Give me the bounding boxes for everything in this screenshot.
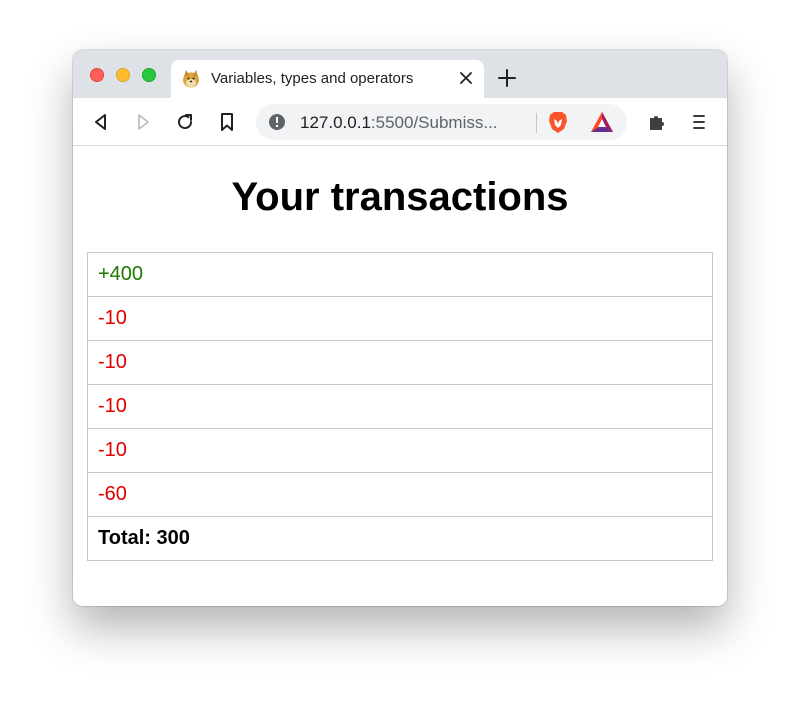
tab-active[interactable]: Variables, types and operators bbox=[171, 60, 484, 98]
url-path: :5500/Submiss... bbox=[370, 113, 498, 132]
transaction-amount: -10 bbox=[87, 428, 713, 473]
page-title: Your transactions bbox=[231, 175, 569, 219]
transactions-table: +400 -10 -10 -10 -10 -60 Total: 300 bbox=[87, 252, 713, 561]
window-minimize-button[interactable] bbox=[116, 68, 130, 82]
new-tab-plus-icon[interactable] bbox=[497, 68, 517, 88]
reload-icon[interactable] bbox=[175, 112, 195, 132]
transaction-amount: +400 bbox=[87, 252, 713, 297]
transaction-row: -10 bbox=[87, 296, 713, 341]
tab-close-icon[interactable] bbox=[458, 70, 474, 86]
tab-bar: Variables, types and operators bbox=[73, 50, 727, 98]
transaction-row: -10 bbox=[87, 428, 713, 473]
transaction-row: -10 bbox=[87, 340, 713, 385]
transaction-amount: -60 bbox=[87, 472, 713, 517]
forward-arrow-icon[interactable] bbox=[133, 112, 153, 132]
url-text: 127.0.0.1:5500/Submiss... bbox=[300, 113, 498, 133]
menu-icon[interactable] bbox=[689, 112, 709, 132]
puzzle-extensions-icon[interactable] bbox=[647, 112, 667, 132]
transaction-amount: -10 bbox=[87, 296, 713, 341]
total-label: Total: 300 bbox=[87, 516, 713, 561]
transaction-amount: -10 bbox=[87, 340, 713, 385]
url-host: 127.0.0.1 bbox=[300, 113, 371, 132]
bookmark-icon[interactable] bbox=[217, 112, 237, 132]
bat-rewards-icon[interactable] bbox=[590, 111, 614, 133]
transaction-row: -60 bbox=[87, 472, 713, 517]
back-arrow-icon[interactable] bbox=[91, 112, 111, 132]
total-row: Total: 300 bbox=[87, 516, 713, 561]
address-bar[interactable]: 127.0.0.1:5500/Submiss... bbox=[256, 104, 627, 140]
doge-favicon-icon bbox=[183, 70, 199, 88]
page-content: Your transactions +400 -10 -10 -10 -10 -60 Tot… bbox=[73, 147, 727, 606]
transaction-row: -10 bbox=[87, 384, 713, 429]
browser-window: Variables, types and operators 127.0.0.1… bbox=[73, 50, 727, 606]
tab-title: Variables, types and operators bbox=[211, 70, 414, 87]
window-close-button[interactable] bbox=[90, 68, 104, 82]
address-bar-divider bbox=[536, 113, 537, 133]
window-maximize-button[interactable] bbox=[142, 68, 156, 82]
transaction-amount: -10 bbox=[87, 384, 713, 429]
site-info-icon[interactable] bbox=[268, 113, 286, 131]
brave-lion-icon[interactable] bbox=[546, 110, 570, 134]
browser-toolbar: 127.0.0.1:5500/Submiss... bbox=[73, 98, 727, 146]
transaction-row: +400 bbox=[87, 252, 713, 297]
